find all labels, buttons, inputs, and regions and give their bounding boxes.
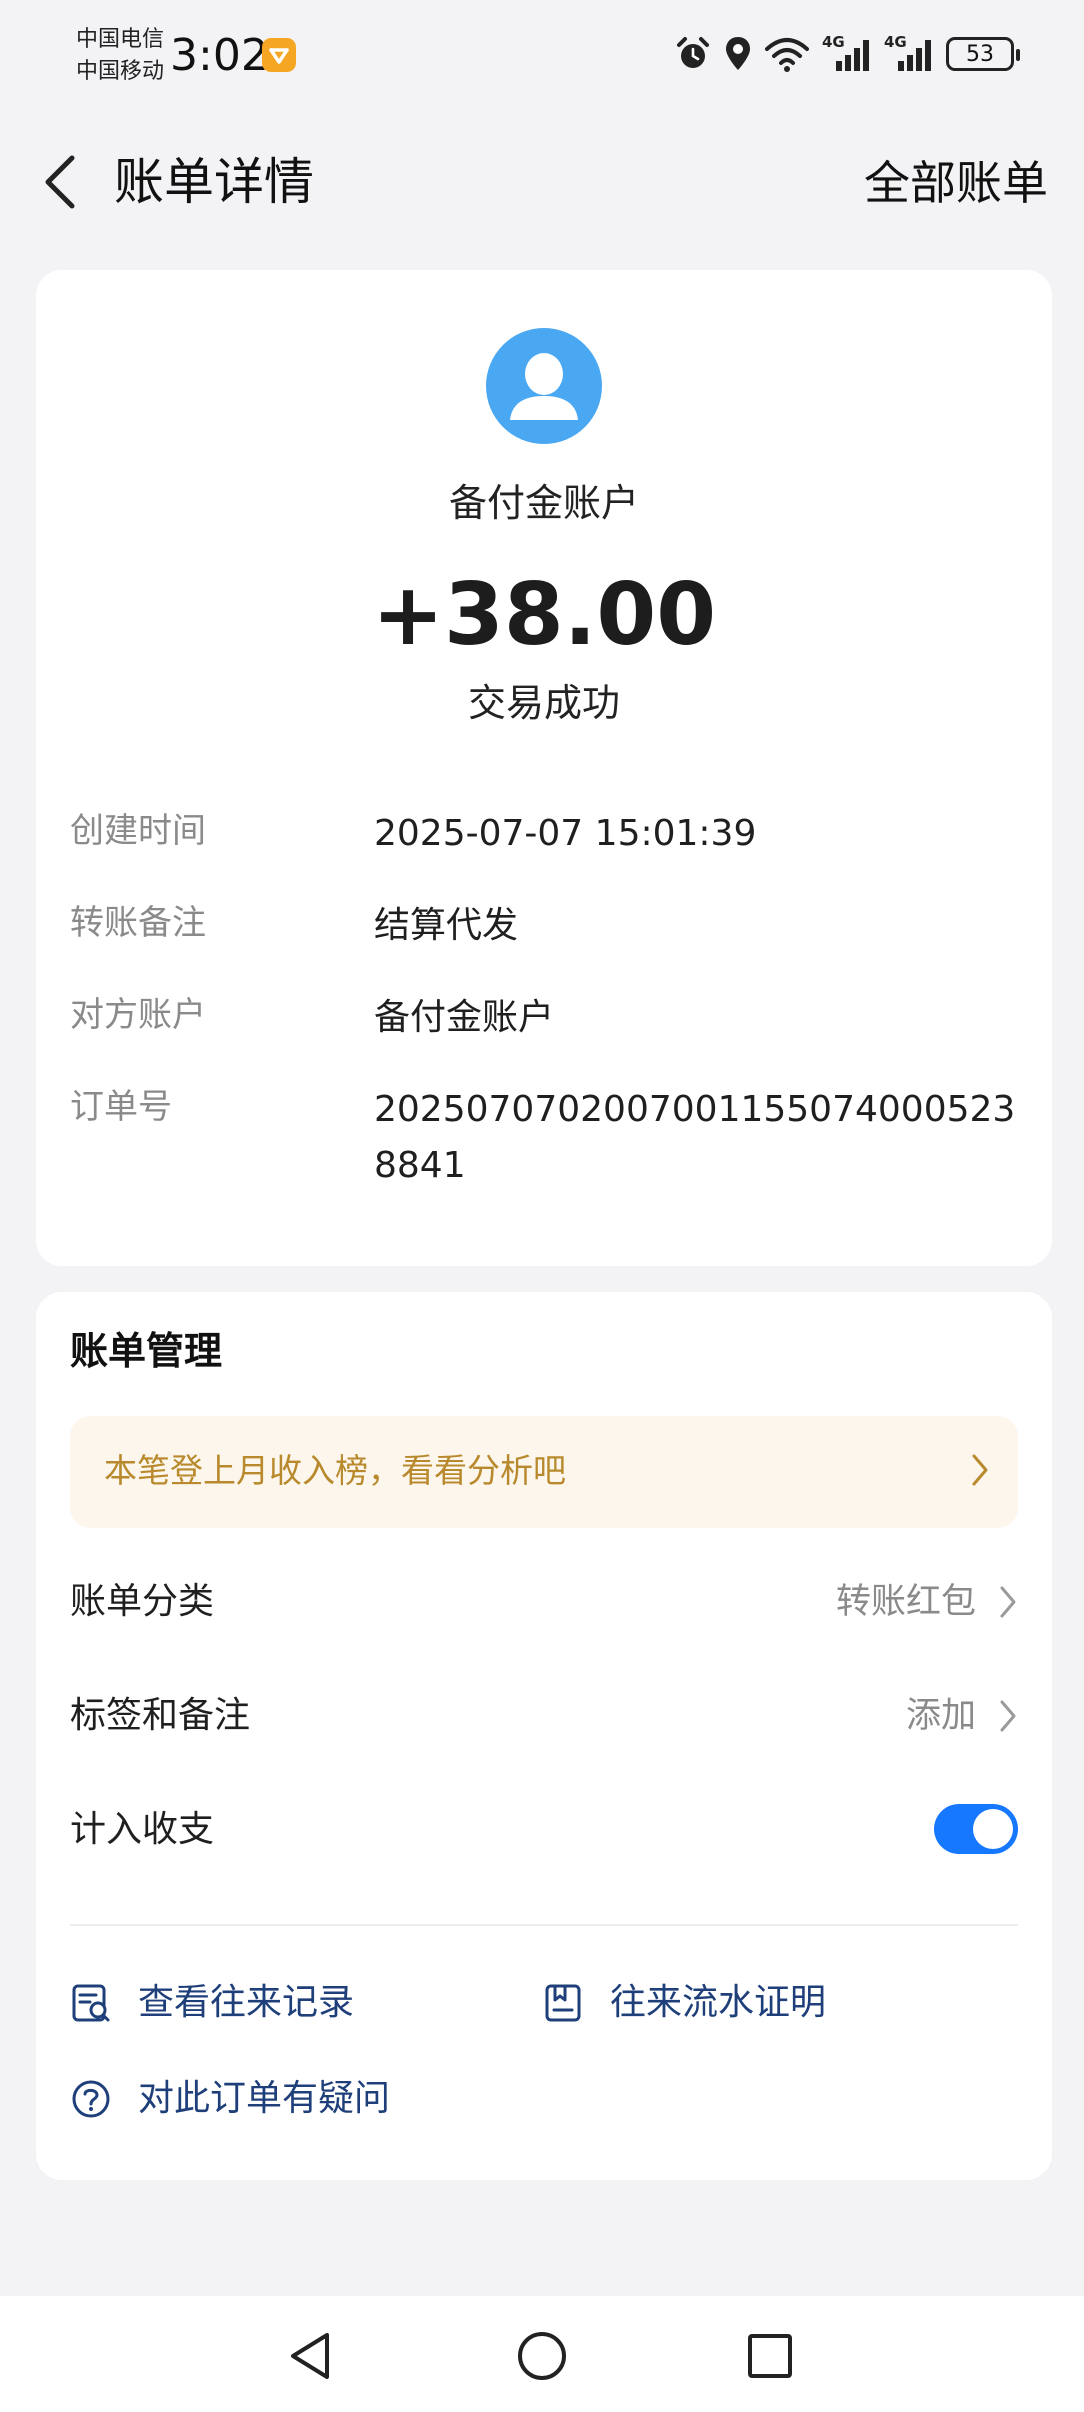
bill-category-value: 转账红包: [835, 1582, 976, 1622]
document-icon: [545, 1984, 581, 2022]
transaction-proof-link[interactable]: 往来流水证明: [542, 1968, 826, 2038]
income-ranking-banner[interactable]: 本笔登上月收入榜，看看分析吧: [70, 1416, 1018, 1528]
include-in-budget-row: 计入收支: [70, 1790, 1018, 1870]
action-label: 对此订单有疑问: [138, 2078, 391, 2119]
account-avatar: [486, 328, 602, 444]
wifi-icon: [764, 35, 810, 73]
circle-home-icon: [518, 2332, 566, 2380]
transaction-summary-card: 备付金账户 +38.00 交易成功 创建时间 2025-07-07 15:01:…: [36, 270, 1052, 1266]
back-button[interactable]: [30, 152, 90, 212]
divider: [70, 1924, 1018, 1926]
alarm-icon: [674, 35, 712, 73]
detail-label: 订单号: [70, 1087, 172, 1127]
status-time: 3:02: [170, 30, 269, 81]
detail-value: 2025-07-07 15:01:39: [374, 813, 757, 854]
question-icon: [72, 2080, 110, 2118]
carrier-names: 中国电信 中国移动: [76, 24, 164, 88]
page-title: 账单详情: [114, 153, 314, 211]
signal-4g-icon-2: 4G: [884, 33, 934, 73]
promo-text: 本笔登上月收入榜，看看分析吧: [104, 1451, 566, 1490]
signal-4g-icon-1: 4G: [822, 33, 872, 73]
transaction-amount: +38.00: [371, 565, 717, 665]
battery-level: 53: [966, 41, 994, 67]
battery-icon: 53: [946, 37, 1020, 71]
bill-category-row[interactable]: 账单分类 转账红包: [70, 1562, 1018, 1642]
system-back-button[interactable]: [282, 2328, 338, 2384]
square-recents-icon: [748, 2334, 792, 2378]
carrier-1: 中国电信: [76, 27, 165, 52]
system-home-button[interactable]: [514, 2328, 570, 2384]
order-question-link[interactable]: 对此订单有疑问: [70, 2064, 390, 2134]
nav-bar: 账单详情 全部账单: [0, 120, 1084, 244]
action-label: 查看往来记录: [138, 1982, 355, 2023]
include-in-budget-toggle[interactable]: [934, 1804, 1018, 1854]
transaction-status: 交易成功: [467, 681, 620, 725]
view-history-link[interactable]: 查看往来记录: [70, 1968, 354, 2038]
order-number-value[interactable]: 20250707020070011550740005238841: [374, 1082, 1034, 1194]
system-recents-button[interactable]: [742, 2328, 798, 2384]
location-icon: [724, 35, 752, 73]
detail-value: 备付金账户: [374, 997, 555, 1038]
app-notification-icon: [262, 38, 296, 72]
detail-label: 转账备注: [70, 903, 206, 943]
chevron-right-icon: [1000, 1700, 1016, 1732]
detail-label: 创建时间: [70, 811, 206, 851]
tags-notes-row[interactable]: 标签和备注 添加: [70, 1676, 1018, 1756]
carrier-2: 中国移动: [76, 59, 165, 84]
setting-label: 计入收支: [70, 1809, 215, 1850]
status-icons: 4G 4G 53: [674, 30, 1020, 78]
section-title: 账单管理: [70, 1329, 223, 1373]
bill-management-card: 账单管理 本笔登上月收入榜，看看分析吧 账单分类 转账红包 标签和备注 添加 计…: [36, 1292, 1052, 2180]
detail-label: 对方账户: [70, 995, 206, 1035]
payee-name: 备付金账户: [448, 481, 639, 525]
user-icon: [510, 353, 578, 420]
chevron-right-icon: [1000, 1586, 1016, 1618]
triangle-back-icon: [291, 2333, 329, 2379]
action-label: 往来流水证明: [610, 1982, 827, 2023]
status-bar: 中国电信 中国移动 3:02 4G 4G 53: [0, 0, 1084, 110]
all-bills-link[interactable]: 全部账单: [864, 152, 1048, 214]
tags-notes-value: 添加: [905, 1696, 976, 1736]
detail-value: 结算代发: [374, 905, 519, 946]
chevron-left-icon: [45, 155, 75, 209]
setting-label: 账单分类: [70, 1581, 215, 1622]
record-search-icon: [72, 1984, 110, 2022]
toggle-knob: [973, 1809, 1013, 1849]
chevron-right-icon: [972, 1454, 988, 1486]
setting-label: 标签和备注: [70, 1695, 251, 1736]
system-navigation-bar: [0, 2296, 1084, 2412]
